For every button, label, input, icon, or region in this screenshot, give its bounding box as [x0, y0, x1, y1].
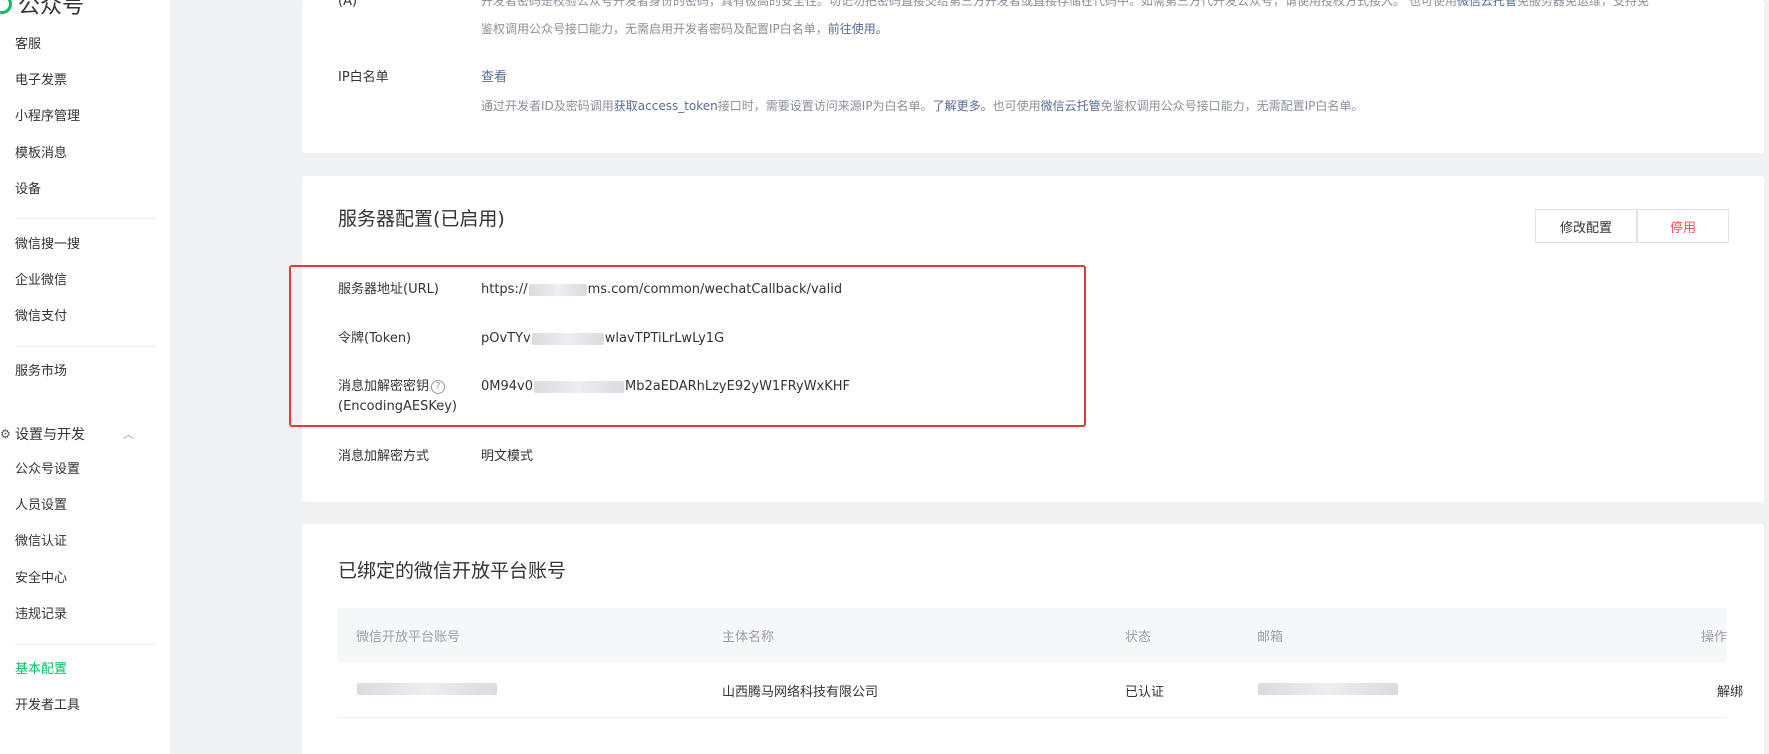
aes-key-suffix: Mb2aEDARhLzyE92yW1FRyWxKHF — [625, 379, 851, 394]
cloud-hosting-link[interactable]: 微信云托管 — [1457, 0, 1517, 8]
sidebar-item-customer-service[interactable]: 客服 — [15, 37, 41, 53]
table-row: 山西腾马网络科技有限公司 已认证 解绑 — [338, 662, 1743, 718]
redacted-mask — [534, 380, 624, 393]
learn-more-link[interactable]: 了解更多。 — [933, 99, 993, 113]
sidebar-divider — [15, 644, 155, 645]
go-use-link[interactable]: 前往使用。 — [828, 22, 888, 36]
sidebar-item-basic-config[interactable]: 基本配置 — [15, 662, 67, 678]
sidebar-item-staff-settings[interactable]: 人员设置 — [15, 498, 67, 514]
column-header-status: 状态 — [1125, 630, 1152, 645]
sidebar-item-wechat-search[interactable]: 微信搜一搜 — [15, 237, 80, 253]
ip-whitelist-view-link[interactable]: 查看 — [481, 68, 507, 87]
sidebar-item-wechat-pay[interactable]: 微信支付 — [15, 309, 67, 325]
secret-label: (A) — [338, 0, 358, 9]
sidebar-item-security-center[interactable]: 安全中心 — [15, 571, 67, 587]
secret-desc-text-2: 鉴权调用公众号接口能力，无需启用开发者密码及配置IP白名单， — [481, 22, 828, 36]
ip-desc-text-4: 免鉴权调用公众号接口能力，无需配置IP白名单。 — [1100, 99, 1364, 113]
server-url-label: 服务器地址(URL) — [338, 282, 439, 297]
ip-desc-text: 通过开发者ID及密码调用 — [481, 99, 614, 113]
sidebar-item-violation-records[interactable]: 违规记录 — [15, 607, 67, 623]
sidebar-divider — [15, 218, 155, 219]
sidebar-item-verification[interactable]: 微信认证 — [15, 534, 67, 550]
server-url-prefix: https:// — [481, 282, 528, 297]
table-header: 微信开放平台账号 主体名称 状态 邮箱 操作 — [338, 608, 1728, 662]
ip-whitelist-description: 通过开发者ID及密码调用获取access_token接口时，需要设置访问来源IP… — [481, 97, 1363, 116]
sidebar-group-label: 设置与开发 — [15, 427, 85, 443]
aes-key-label: 消息加解密密钥? — [338, 377, 446, 396]
brand-name: 公众号 — [18, 0, 85, 19]
help-icon[interactable]: ? — [431, 379, 446, 394]
cloud-hosting-link-2[interactable]: 微信云托管 — [1041, 99, 1101, 113]
unbind-link[interactable]: 解绑 — [1717, 681, 1743, 700]
column-header-email: 邮箱 — [1257, 630, 1284, 645]
redacted-mask — [528, 283, 587, 296]
secret-description-line2: 鉴权调用公众号接口能力，无需启用开发者密码及配置IP白名单，前往使用。 — [481, 20, 888, 39]
ip-desc-text-3: 也可使用 — [992, 99, 1041, 113]
disable-button[interactable]: 停用 — [1637, 209, 1729, 243]
developer-credentials-card: (A) 开发者密码是校验公众号开发者身份的密码，具有极高的安全性。切记勿把密码直… — [302, 0, 1764, 153]
sidebar-item-account-settings[interactable]: 公众号设置 — [15, 462, 80, 478]
encryption-mode-label: 消息加解密方式 — [338, 449, 430, 464]
sidebar-item-e-invoice[interactable]: 电子发票 — [15, 73, 67, 89]
sidebar-item-device[interactable]: 设备 — [15, 182, 41, 198]
wechat-logo-icon — [0, 0, 12, 14]
sidebar-group-settings-dev[interactable]: ⚙ 设置与开发 ︿ — [0, 424, 134, 444]
secret-desc-text: 开发者密码是校验公众号开发者身份的密码，具有极高的安全性。切记勿把密码直接交给第… — [481, 0, 1457, 8]
account-cell — [356, 681, 498, 696]
token-label: 令牌(Token) — [338, 331, 412, 346]
chevron-up-icon: ︿ — [123, 428, 134, 441]
sidebar-divider — [15, 346, 155, 347]
secret-desc-tail: 免服务器免运维，支持免 — [1516, 0, 1649, 8]
status-cell: 已认证 — [1125, 685, 1165, 700]
server-config-title: 服务器配置(已启用) — [338, 208, 505, 230]
server-config-card: 服务器配置(已启用) 修改配置 停用 服务器地址(URL) https:// ms… — [302, 176, 1764, 502]
column-header-entity: 主体名称 — [722, 630, 775, 645]
sidebar-item-template-message[interactable]: 模板消息 — [15, 146, 67, 162]
gear-icon: ⚙ — [0, 427, 11, 441]
sidebar: 公众号 客服 电子发票 小程序管理 模板消息 设备 微信搜一搜 企业微信 微信支… — [0, 0, 170, 754]
secret-description: 开发者密码是校验公众号开发者身份的密码，具有极高的安全性。切记勿把密码直接交给第… — [481, 0, 1649, 11]
bound-accounts-title: 已绑定的微信开放平台账号 — [338, 560, 567, 582]
redacted-mask — [1258, 682, 1398, 695]
token-suffix: wlavTPTiLrLwLy1G — [604, 331, 725, 346]
server-url-value: https:// ms.com/common/wechatCallback/val… — [481, 280, 842, 299]
sidebar-item-service-market[interactable]: 服务市场 — [15, 364, 67, 380]
ip-whitelist-label: IP白名单 — [338, 70, 389, 85]
aes-key-prefix: 0M94v0 — [481, 379, 533, 394]
modify-config-button[interactable]: 修改配置 — [1535, 209, 1637, 243]
sidebar-item-developer-tools[interactable]: 开发者工具 — [15, 698, 80, 714]
redacted-mask — [531, 332, 604, 345]
entity-cell: 山西腾马网络科技有限公司 — [722, 685, 879, 700]
access-token-link[interactable]: 获取access_token — [614, 99, 718, 113]
encryption-mode-value: 明文模式 — [481, 449, 534, 464]
token-prefix: pOvTYv — [481, 331, 531, 346]
token-value: pOvTYv wlavTPTiLrLwLy1G — [481, 329, 724, 348]
aes-key-value: 0M94v0 Mb2aEDARhLzyE92yW1FRyWxKHF — [481, 377, 850, 396]
redacted-mask — [357, 682, 497, 695]
sidebar-item-mini-program[interactable]: 小程序管理 — [15, 109, 80, 125]
aes-key-label-line1: 消息加解密密钥 — [338, 379, 430, 394]
sidebar-item-wecom[interactable]: 企业微信 — [15, 273, 67, 289]
ip-desc-text-2: 接口时，需要设置访问来源IP为白名单。 — [717, 99, 933, 113]
email-cell — [1257, 681, 1399, 696]
server-url-suffix: ms.com/common/wechatCallback/valid — [587, 282, 843, 297]
column-header-account: 微信开放平台账号 — [356, 630, 461, 645]
aes-key-label-line2: (EncodingAESKey) — [338, 399, 457, 414]
column-header-action: 操作 — [1701, 630, 1728, 645]
bound-open-platform-card: 已绑定的微信开放平台账号 微信开放平台账号 主体名称 状态 邮箱 操作 山西腾马… — [302, 524, 1764, 754]
brand-logo[interactable]: 公众号 — [0, 0, 85, 19]
